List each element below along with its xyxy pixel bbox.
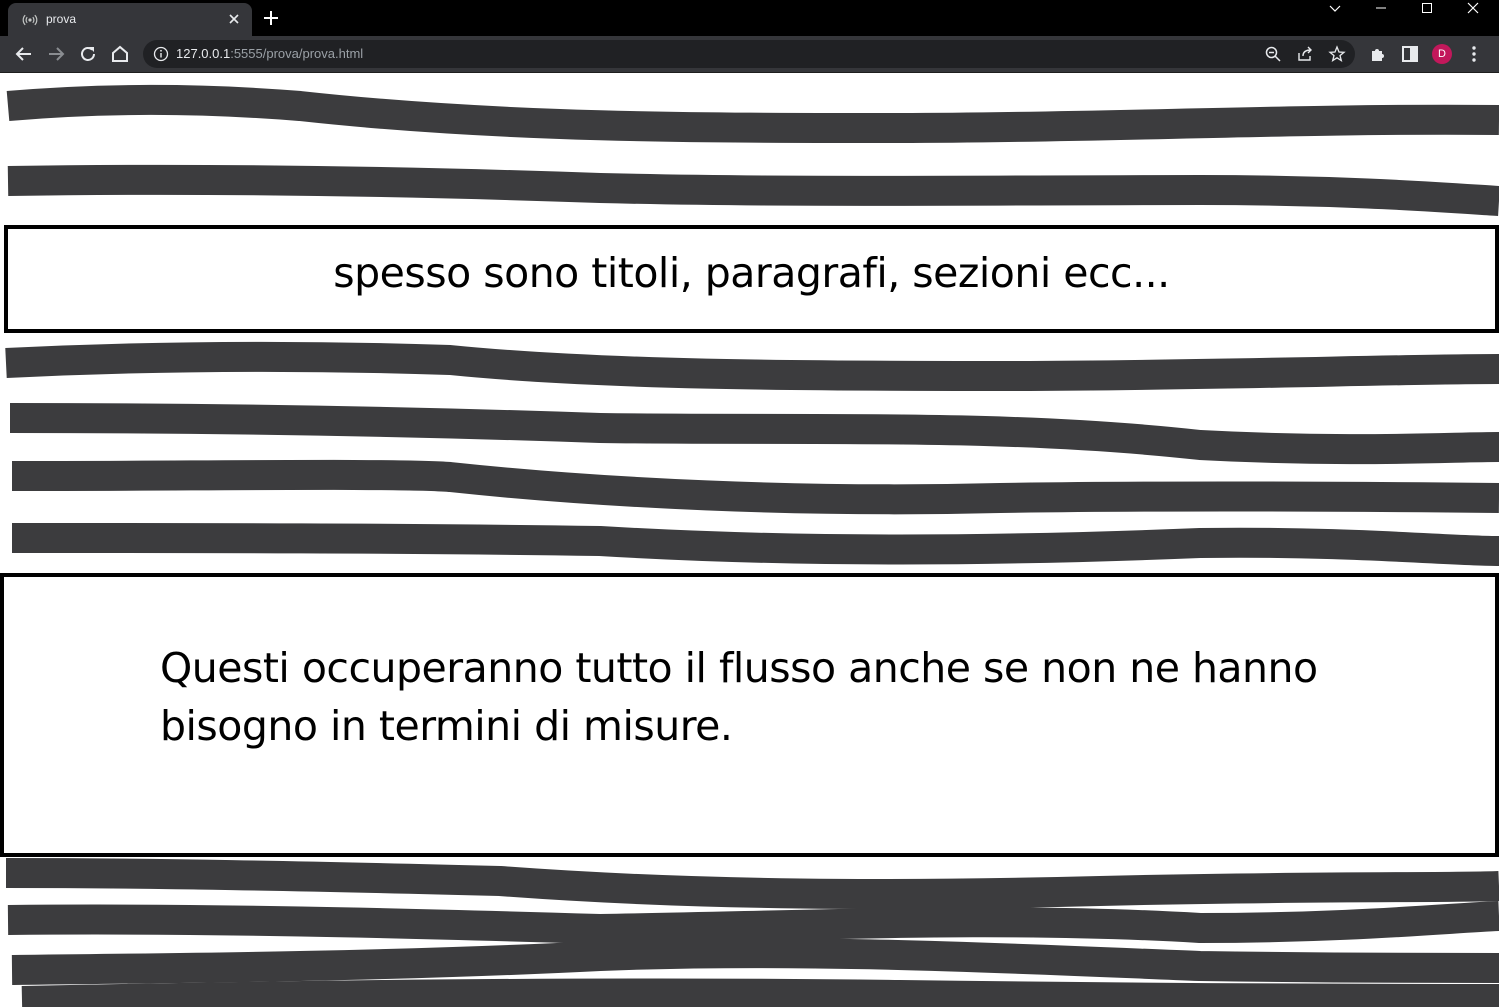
zoom-icon[interactable]: [1264, 45, 1282, 63]
star-icon[interactable]: [1328, 45, 1346, 63]
scribble-line: [11, 523, 1499, 566]
broadcast-icon: [22, 14, 38, 26]
avatar[interactable]: D: [1432, 44, 1452, 64]
scribble-line: [5, 858, 1499, 909]
maximize-icon[interactable]: [1404, 0, 1450, 34]
back-icon[interactable]: [12, 42, 36, 66]
extensions-icon[interactable]: [1366, 42, 1390, 66]
home-icon[interactable]: [108, 42, 132, 66]
address-bar[interactable]: 127.0.0.1:5555/prova/prova.html: [143, 40, 1355, 68]
minimize-icon[interactable]: [1358, 0, 1404, 34]
scribble-line: [21, 978, 1499, 1007]
share-icon[interactable]: [1296, 45, 1314, 63]
scribble-line: [9, 403, 1499, 465]
forward-icon[interactable]: [44, 42, 68, 66]
scribble-lines: [5, 85, 1499, 1007]
scribble-line: [7, 901, 1499, 944]
info-icon[interactable]: [153, 46, 169, 62]
close-icon[interactable]: [226, 11, 242, 27]
browser-toolbar: 127.0.0.1:5555/prova/prova.html D: [0, 36, 1499, 73]
browser-tab[interactable]: prova: [8, 3, 252, 36]
plus-icon[interactable]: [262, 9, 280, 27]
url-text[interactable]: 127.0.0.1:5555/prova/prova.html: [176, 46, 363, 61]
paragraph-section-text: Questi occuperanno tutto il flusso anche…: [160, 644, 1318, 750]
paragraph-section-box: Questi occuperanno tutto il flusso anche…: [0, 573, 1499, 857]
tab-strip: prova: [0, 0, 1499, 36]
title-section-text: spesso sono titoli, paragrafi, sezioni e…: [333, 249, 1170, 297]
chevron-down-icon[interactable]: [1312, 0, 1358, 34]
scribble-line: [11, 938, 1499, 985]
scribble-line: [7, 164, 1499, 216]
page-viewport: spesso sono titoli, paragrafi, sezioni e…: [0, 73, 1499, 1007]
title-section-box: spesso sono titoli, paragrafi, sezioni e…: [4, 225, 1499, 333]
url-path: :5555/prova/prova.html: [230, 46, 364, 61]
scribble-line: [6, 85, 1499, 143]
menu-icon[interactable]: [1462, 42, 1486, 66]
reload-icon[interactable]: [76, 42, 100, 66]
scribble-line: [11, 459, 1499, 515]
close-icon[interactable]: [1450, 0, 1496, 34]
side-panel-icon[interactable]: [1398, 42, 1422, 66]
scribble-line: [5, 341, 1499, 391]
url-host: 127.0.0.1: [176, 46, 231, 61]
tab-title: prova: [46, 12, 77, 26]
